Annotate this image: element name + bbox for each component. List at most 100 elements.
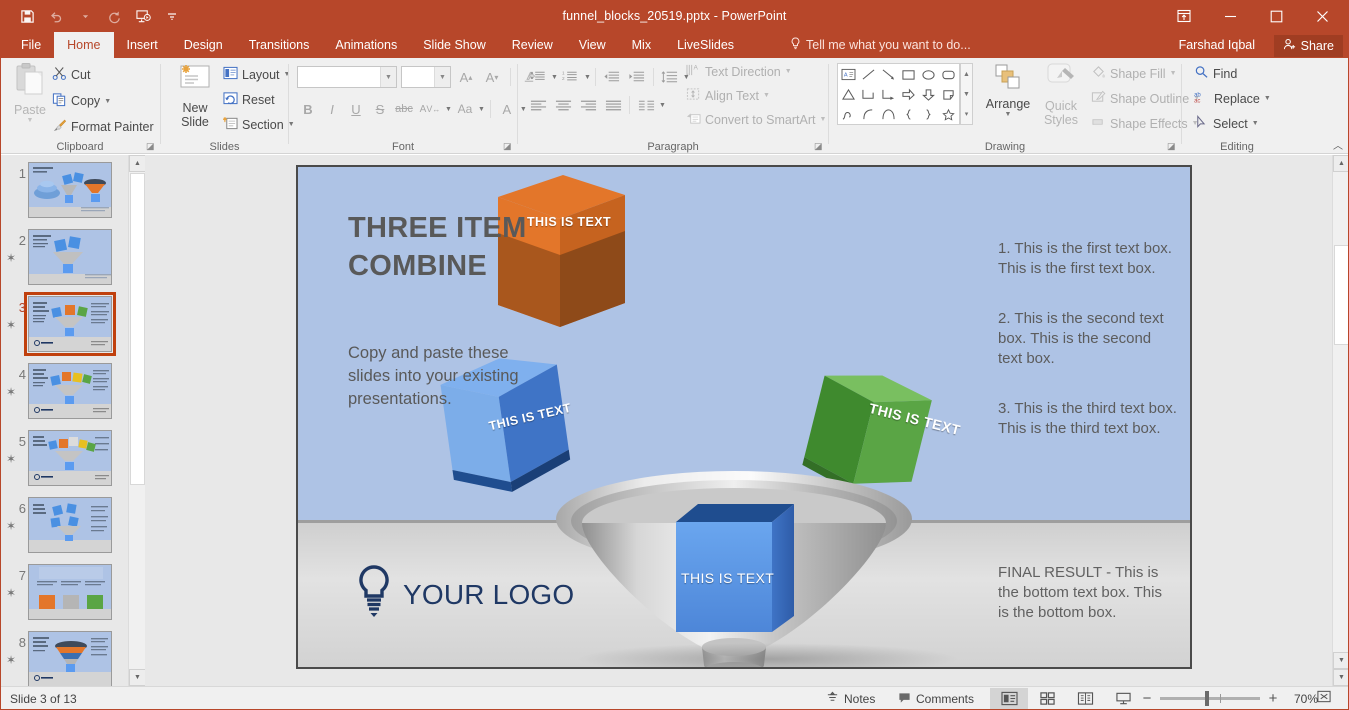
tab-liveslides[interactable]: LiveSlides [664,32,747,58]
slide-view-scrollbar[interactable]: ▲ ▼ ▼ [1332,155,1349,686]
thumbnail-slide-5[interactable]: 5 ✶ [0,428,128,495]
thumbnail-slide-7[interactable]: 7 ✶ [0,562,128,629]
zoom-level-label[interactable]: 70% [1286,692,1318,706]
thumbnail-pane-scrollbar[interactable]: ▲ ▼ [128,155,146,686]
elbow-arrow-connector-icon[interactable] [878,84,898,104]
tab-animations[interactable]: Animations [322,32,410,58]
font-name-combo[interactable]: ▼ [297,66,397,88]
normal-view-icon[interactable] [990,687,1028,710]
copy-button[interactable]: Copy ▼ [52,92,154,110]
justify-icon[interactable] [601,94,625,116]
curve-shape-icon[interactable] [858,104,878,124]
italic-button[interactable]: I [321,98,343,120]
section-button[interactable]: Section ▼ [223,116,295,133]
slide-scroll-up-icon[interactable]: ▲ [1333,155,1349,172]
font-size-chevron-down-icon[interactable]: ▼ [434,67,450,87]
cut-button[interactable]: Cut [52,66,154,84]
slide-sorter-view-icon[interactable] [1028,688,1066,710]
select-button[interactable]: Select ▼ [1194,115,1271,132]
columns-icon[interactable] [634,94,658,116]
scribble-shape-icon[interactable] [838,104,858,124]
align-left-icon[interactable] [526,94,550,116]
thumbnail-scroll-down-icon[interactable]: ▼ [129,669,146,686]
current-slide[interactable]: THIS IS TEXT THIS IS TEXT THIS IS TEXT T… [296,165,1192,669]
right-arrow-shape-icon[interactable] [898,84,918,104]
tab-mix[interactable]: Mix [619,32,664,58]
zoom-slider-handle[interactable] [1205,691,1209,706]
triangle-shape-icon[interactable] [838,84,858,104]
slide-scroll-down-icon[interactable]: ▼ [1333,652,1349,669]
oval-shape-icon[interactable] [919,64,939,84]
shapes-more-icon[interactable]: ▾ [965,104,969,124]
caret-undo-icon[interactable] [72,3,98,29]
tab-home[interactable]: Home [54,32,114,58]
reading-view-icon[interactable] [1066,688,1104,710]
paragraph-dialog-launcher[interactable]: ◪ [814,141,825,152]
arc-shape-icon[interactable] [878,104,898,124]
redo-icon[interactable] [101,3,127,29]
account-name[interactable]: Farshad Iqbal [1179,32,1255,58]
ribbon-display-options-icon[interactable] [1161,0,1207,32]
notes-button[interactable]: Notes [826,691,875,707]
tab-review[interactable]: Review [499,32,566,58]
tab-insert[interactable]: Insert [114,32,171,58]
numbering-chevron-down-icon[interactable]: ▼ [584,74,591,81]
arrow-shape-icon[interactable] [878,64,898,84]
layout-button[interactable]: Layout ▼ [223,66,295,83]
character-spacing-chevron-down-icon[interactable]: ▼ [445,106,452,113]
customize-qat-icon[interactable] [159,3,185,29]
copy-chevron-down-icon[interactable]: ▼ [104,98,111,105]
font-size-combo[interactable]: ▼ [401,66,451,88]
arrange-button[interactable]: Arrange ▼ [981,62,1035,138]
shapes-scroll-down-icon[interactable]: ▼ [963,84,970,104]
change-case-button[interactable]: Aa [454,98,476,120]
shapes-gallery-scrollbar[interactable]: ▲ ▼ ▾ [960,63,973,125]
thumbnail-slide-1[interactable]: 1 [0,160,128,227]
tab-slide-show[interactable]: Slide Show [410,32,499,58]
reset-button[interactable]: Reset [223,91,295,108]
convert-to-smartart-button[interactable]: Convert to SmartArt ▼ [686,111,826,128]
slideshow-view-icon[interactable] [1104,688,1142,710]
right-brace-shape-icon[interactable] [919,104,939,124]
minimize-icon[interactable] [1207,0,1253,32]
tab-file[interactable]: File [8,32,54,58]
thumbnail-slide-2[interactable]: 2 ✶ [0,227,128,294]
tab-view[interactable]: View [566,32,619,58]
increase-indent-icon[interactable] [625,66,649,88]
textbox-shape-icon[interactable]: A [838,64,858,84]
clipboard-dialog-launcher[interactable]: ◪ [146,141,157,152]
rounded-rectangle-shape-icon[interactable] [939,64,959,84]
paste-chevron-down-icon[interactable]: ▼ [27,117,34,124]
columns-chevron-down-icon[interactable]: ▼ [659,102,666,109]
slide-subtitle[interactable]: Copy and paste these slides into your ex… [348,342,523,411]
slide-thumbnail-pane[interactable]: 1 2 ✶ 3 ✶ 4 ✶ 5 ✶ 6 ✶ 7 ✶ 8 ✶ [0,155,128,686]
bullets-icon[interactable] [526,66,550,88]
font-dialog-launcher[interactable]: ◪ [503,141,514,152]
tell-me-search[interactable]: Tell me what you want to do... [790,32,971,58]
slide-title[interactable]: THREE ITEM COMBINE [348,209,578,285]
collapse-ribbon-icon[interactable]: ︿ [1333,137,1343,152]
strikethrough-button[interactable]: abc [393,98,415,120]
align-text-button[interactable]: Align Text ▼ [686,87,826,104]
text-direction-chevron-down-icon[interactable]: ▼ [785,68,792,75]
text-direction-button[interactable]: A Text Direction ▼ [686,63,826,80]
comments-button[interactable]: Comments [898,691,974,707]
elbow-connector-icon[interactable] [858,84,878,104]
thumbnail-slide-6[interactable]: 6 ✶ [0,495,128,562]
line-spacing-icon[interactable] [658,66,682,88]
numbering-icon[interactable]: 12 [559,66,583,88]
close-icon[interactable] [1299,0,1345,32]
star-shape-icon[interactable] [939,104,959,124]
left-brace-shape-icon[interactable] [898,104,918,124]
font-name-chevron-down-icon[interactable]: ▼ [380,67,396,87]
replace-button[interactable]: ab ac Replace ▼ [1194,90,1271,107]
align-right-icon[interactable] [576,94,600,116]
maximize-icon[interactable] [1253,0,1299,32]
bold-button[interactable]: B [297,98,319,120]
shapes-gallery[interactable]: A [837,63,960,125]
replace-chevron-down-icon[interactable]: ▼ [1264,95,1271,102]
font-color-button[interactable]: A [496,98,518,120]
drawing-dialog-launcher[interactable]: ◪ [1167,141,1178,152]
thumbnail-slide-3[interactable]: 3 ✶ [0,292,128,361]
thumbnail-slide-4[interactable]: 4 ✶ [0,361,128,428]
